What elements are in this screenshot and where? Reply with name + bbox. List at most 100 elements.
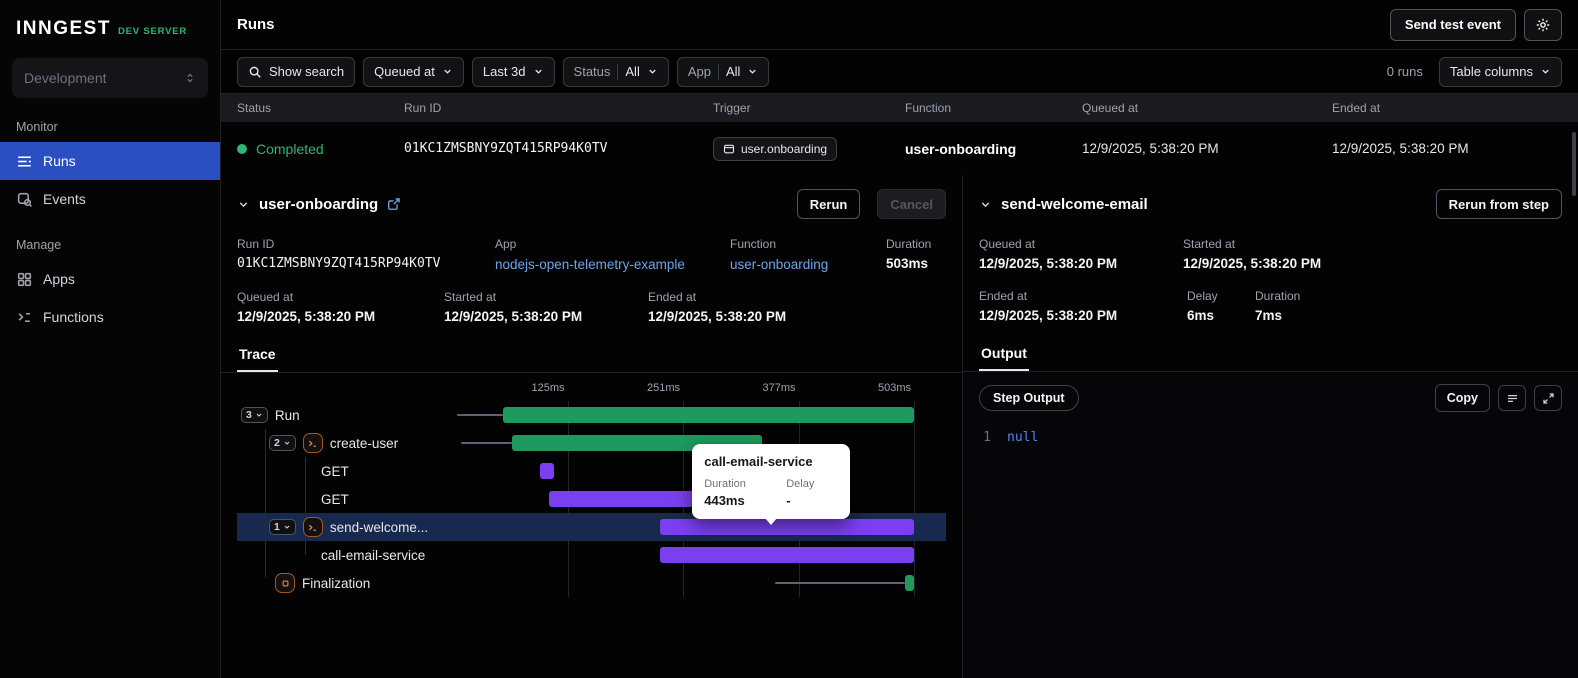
run-detail-tabs: Trace [221, 340, 962, 373]
trace-row-finalization[interactable]: Finalization [237, 569, 946, 597]
app-filter-dropdown[interactable]: App All [676, 56, 770, 87]
collapse-toggle[interactable]: 3 [241, 407, 268, 423]
sidebar-item-functions[interactable]: Functions [0, 298, 220, 336]
trace-row-run[interactable]: 3 Run [237, 401, 946, 429]
span-bar[interactable] [904, 575, 914, 591]
rerun-button[interactable]: Rerun [796, 189, 861, 219]
inngest-dev-server: INNGEST DEV SERVER Development Monitor R… [0, 0, 1578, 678]
chevron-down-icon [256, 413, 262, 417]
queue-line [775, 582, 905, 584]
event-trigger-icon [723, 144, 735, 153]
span-name: call-email-service [321, 547, 426, 563]
span-bar[interactable] [502, 407, 914, 423]
runs-count: 0 runs [1386, 64, 1423, 79]
show-search-button[interactable]: Show search [237, 56, 356, 87]
expand-icon [1542, 392, 1554, 404]
step-output-pill[interactable]: Step Output [979, 385, 1079, 411]
table-row[interactable]: Completed 01KC1ZMSBNY9ZQT415RP94K0TV use… [221, 122, 1578, 175]
manage-section-label: Manage [16, 238, 62, 252]
dev-server-badge: DEV SERVER [117, 26, 188, 37]
expand-output-button[interactable] [1534, 385, 1562, 411]
settings-button[interactable] [1524, 8, 1562, 41]
line-number: 1 [983, 430, 991, 445]
field-label: Ended at [648, 290, 697, 304]
step-delay: 6ms [1187, 308, 1215, 323]
copy-button[interactable]: Copy [1434, 384, 1490, 412]
column-header: Queued at [1082, 101, 1139, 115]
queued-at-value: 12/9/2025, 5:38:20 PM [237, 309, 376, 324]
step-icon [302, 517, 323, 537]
field-label: Delay [1187, 289, 1218, 303]
sidebar-item-events[interactable]: Events [0, 180, 220, 218]
scrollbar[interactable] [1572, 132, 1576, 196]
step-meta-row-2: Ended at 12/9/2025, 5:38:20 PM Delay 6ms… [963, 289, 1578, 323]
duration-value: 503ms [886, 256, 929, 271]
search-icon [249, 66, 261, 78]
monitor-section-label: Monitor [16, 120, 58, 134]
trace-row-call-email-service[interactable]: call-email-service [237, 541, 946, 569]
environment-select[interactable]: Development [12, 58, 208, 98]
axis-tick: 125ms [531, 382, 565, 394]
table-columns-dropdown[interactable]: Table columns [1438, 56, 1562, 87]
time-range-dropdown[interactable]: Last 3d [471, 56, 555, 87]
rerun-from-step-button[interactable]: Rerun from step [1435, 189, 1562, 219]
chevron-down-icon [284, 441, 290, 445]
chevron-down-icon [1542, 69, 1549, 74]
chevron-down-icon [534, 69, 542, 74]
sidebar-item-apps[interactable]: Apps [0, 260, 220, 298]
runs-table-header: Status Run ID Trigger Function Queued at… [221, 94, 1578, 122]
queue-line [461, 442, 513, 444]
tab-trace[interactable]: Trace [237, 340, 278, 372]
span-bar[interactable] [659, 547, 914, 563]
send-test-event-button[interactable]: Send test event [1389, 8, 1516, 41]
chevron-down-icon [284, 525, 290, 529]
output-panel: Step Output Copy 1 null [963, 372, 1578, 678]
step-detail-tabs: Output [963, 339, 1578, 372]
sidebar-item-label: Apps [43, 271, 75, 287]
tab-output[interactable]: Output [979, 339, 1029, 371]
filter-bar: Show search Queued at Last 3d Status All… [221, 50, 1578, 94]
axis-tick: 377ms [762, 382, 796, 394]
queued-at-dropdown[interactable]: Queued at [363, 56, 464, 87]
field-label: Run ID [237, 237, 275, 251]
function-link[interactable]: user-onboarding [730, 257, 828, 272]
axis-tick: 251ms [646, 382, 680, 394]
trigger-badge[interactable]: user.onboarding [713, 136, 838, 161]
collapse-toggle[interactable]: 2 [269, 435, 296, 451]
environment-label: Development [24, 70, 107, 86]
collapse-chevron-icon[interactable] [979, 198, 992, 211]
run-ended-at: 12/9/2025, 5:38:20 PM [1332, 141, 1469, 156]
span-bar[interactable] [539, 463, 554, 479]
run-meta-row-1: Run ID 01KC1ZMSBNY9ZQT415RP94K0TV App no… [221, 237, 962, 272]
axis-tick: 503ms [877, 382, 911, 394]
app-link[interactable]: nodejs-open-telemetry-example [495, 257, 685, 272]
external-link-icon[interactable] [387, 197, 401, 211]
span-bar[interactable] [659, 519, 914, 535]
output-value: null [1007, 430, 1039, 445]
span-name: create-user [329, 435, 399, 451]
wrap-lines-button[interactable] [1498, 385, 1526, 411]
cancel-button[interactable]: Cancel [877, 189, 946, 219]
gear-icon [1536, 18, 1550, 31]
field-label: Duration [886, 237, 932, 251]
run-title: user-onboarding [259, 195, 379, 213]
tooltip-delay: - [786, 493, 791, 508]
span-name: send-welcome... [329, 519, 429, 535]
run-id: 01KC1ZMSBNY9ZQT415RP94K0TV [404, 141, 608, 156]
ended-at-value: 12/9/2025, 5:38:20 PM [648, 309, 787, 324]
page-title: Runs [237, 16, 275, 33]
output-code: 1 null [979, 424, 1562, 451]
column-header: Status [237, 101, 272, 115]
trace-row-send-welcome-email[interactable]: 1 send-welcome... call-email-service Dur… [237, 444, 946, 541]
run-meta-row-2: Queued at 12/9/2025, 5:38:20 PM Started … [221, 290, 962, 324]
run-details: user-onboarding Rerun Cancel Run ID 01KC… [221, 175, 1578, 678]
select-chevrons-icon [187, 73, 193, 83]
collapse-toggle[interactable]: 1 [269, 519, 296, 535]
collapse-chevron-icon[interactable] [237, 198, 250, 211]
run-id-value: 01KC1ZMSBNY9ZQT415RP94K0TV [237, 256, 441, 271]
step-detail-pane: send-welcome-email Rerun from step Queue… [963, 175, 1578, 678]
logo-row: INNGEST DEV SERVER [0, 0, 220, 48]
status-filter-dropdown[interactable]: Status All [562, 56, 669, 87]
sidebar-item-runs[interactable]: Runs [0, 142, 220, 180]
trace-tooltip: call-email-service Duration Delay 443ms … [692, 444, 851, 525]
